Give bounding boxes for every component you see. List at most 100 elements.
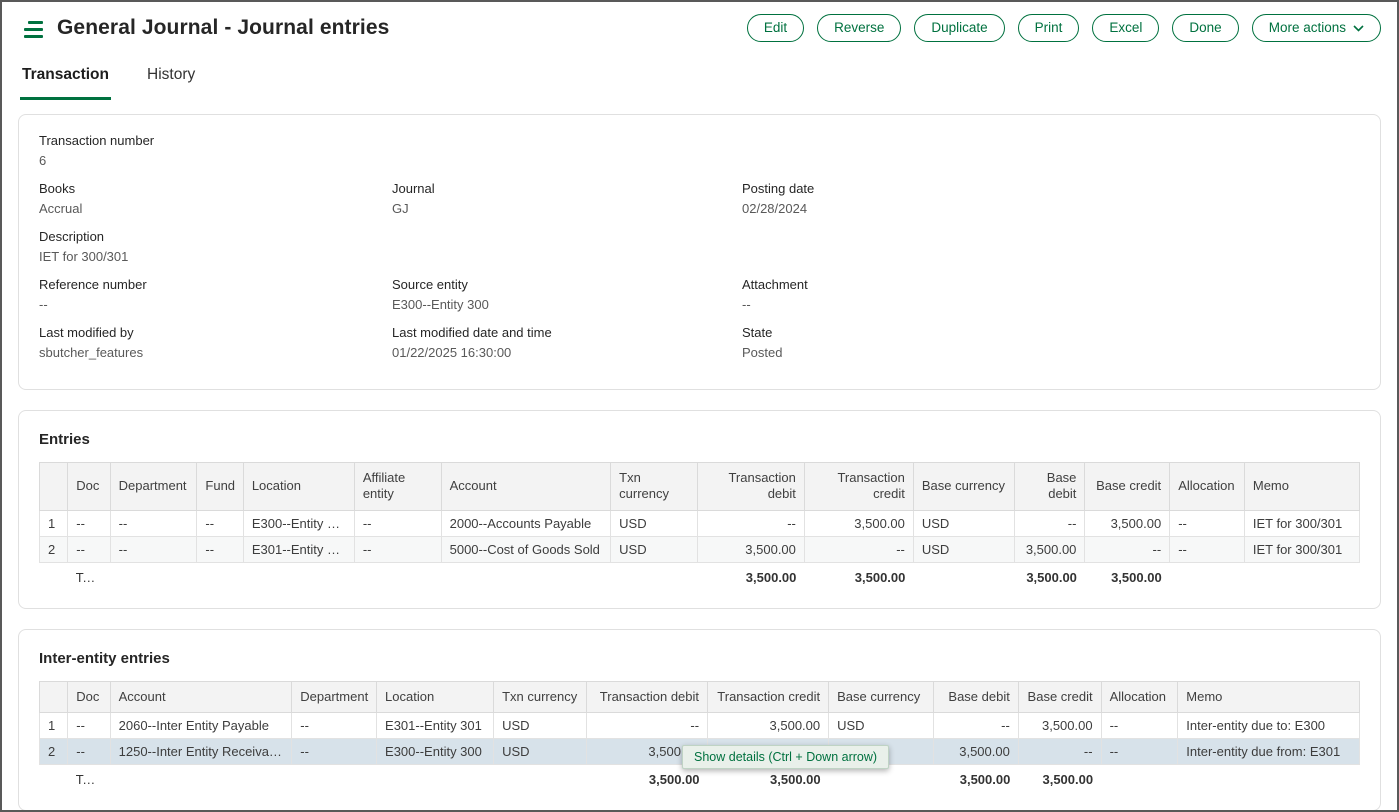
field-state: State Posted bbox=[742, 323, 1360, 362]
inter-entity-title: Inter-entity entries bbox=[39, 650, 1360, 667]
inter-entity-table: DocAccountDepartmentLocationTxn currency… bbox=[39, 681, 1360, 792]
field-label: State bbox=[742, 325, 1350, 340]
table-cell: E301--Entity 301 bbox=[377, 712, 494, 738]
field-last-modified-date-and-time: Last modified date and time01/22/2025 16… bbox=[392, 323, 742, 362]
table-cell: USD bbox=[829, 712, 934, 738]
column-header-allocation: Allocation bbox=[1101, 681, 1178, 712]
field-value: -- bbox=[742, 297, 1350, 312]
table-row[interactable]: 2------E301--Entity 301--5000--Cost of G… bbox=[40, 536, 1360, 562]
inter-entity-table-wrap: DocAccountDepartmentLocationTxn currency… bbox=[39, 681, 1360, 792]
table-cell: -- bbox=[68, 712, 110, 738]
table-cell: -- bbox=[1018, 738, 1101, 764]
entries-title: Entries bbox=[39, 431, 1360, 448]
more-actions-button[interactable]: More actions bbox=[1252, 14, 1381, 42]
table-cell bbox=[1244, 562, 1359, 590]
reverse-button[interactable]: Reverse bbox=[817, 14, 901, 42]
done-button[interactable]: Done bbox=[1172, 14, 1238, 42]
column-header-account: Account bbox=[441, 463, 611, 511]
table-cell: -- bbox=[68, 536, 110, 562]
page-title: General Journal - Journal entries bbox=[57, 16, 389, 40]
row-number: 2 bbox=[40, 536, 68, 562]
column-header-blank bbox=[40, 463, 68, 511]
button-label: Excel bbox=[1109, 20, 1142, 36]
table-cell: -- bbox=[1170, 536, 1245, 562]
column-header-base-credit: Base credit bbox=[1085, 463, 1170, 511]
table-cell: -- bbox=[354, 510, 441, 536]
tab-history[interactable]: History bbox=[145, 66, 197, 100]
table-cell: 3,500.00 bbox=[804, 510, 913, 536]
table-cell: E300--Entity 300 bbox=[377, 738, 494, 764]
column-header-account: Account bbox=[110, 681, 292, 712]
column-header-transaction-debit: Transaction debit bbox=[697, 463, 804, 511]
field-label: Attachment bbox=[742, 277, 1350, 292]
duplicate-button[interactable]: Duplicate bbox=[914, 14, 1004, 42]
table-cell: Inter-entity due from: E301 bbox=[1178, 738, 1360, 764]
column-header-doc: Doc bbox=[68, 681, 110, 712]
table-cell: -- bbox=[110, 536, 197, 562]
field-value: E300--Entity 300 bbox=[392, 297, 732, 312]
table-cell bbox=[1101, 764, 1178, 792]
print-button[interactable]: Print bbox=[1018, 14, 1080, 42]
header: General Journal - Journal entries Edit Re… bbox=[2, 2, 1397, 54]
column-header-fund: Fund bbox=[197, 463, 243, 511]
field-label: Last modified by bbox=[39, 325, 382, 340]
table-cell bbox=[40, 764, 68, 792]
field-value: 6 bbox=[39, 153, 382, 168]
field-description: DescriptionIET for 300/301 bbox=[39, 227, 392, 266]
button-label: More actions bbox=[1269, 20, 1346, 36]
table-total-row: Total3,500.003,500.003,500.003,500.00 bbox=[40, 562, 1360, 590]
detail-row: Last modified bysbutcher_featuresLast mo… bbox=[39, 323, 1360, 362]
table-cell: 3,500.00 bbox=[1014, 536, 1085, 562]
field-label: Journal bbox=[392, 181, 732, 196]
field-value: 02/28/2024 bbox=[742, 201, 1350, 216]
field-label: Transaction number bbox=[39, 133, 382, 148]
field-source-entity: Source entityE300--Entity 300 bbox=[392, 275, 742, 314]
column-header-location: Location bbox=[377, 681, 494, 712]
table-cell bbox=[1170, 562, 1245, 590]
edit-button[interactable]: Edit bbox=[747, 14, 804, 42]
table-cell bbox=[441, 562, 611, 590]
transaction-details: Transaction number 6 BooksAccrualJournalGJ… bbox=[39, 131, 1360, 362]
table-cell: -- bbox=[804, 536, 913, 562]
field-label: Books bbox=[39, 181, 382, 196]
field-value: Posted bbox=[742, 345, 1350, 360]
table-cell: -- bbox=[1014, 510, 1085, 536]
table-cell: Inter-entity due to: E300 bbox=[1178, 712, 1360, 738]
excel-button[interactable]: Excel bbox=[1092, 14, 1159, 42]
table-cell: -- bbox=[1101, 738, 1178, 764]
total-transaction_debit: 3,500.00 bbox=[697, 562, 804, 590]
field-journal: JournalGJ bbox=[392, 179, 742, 218]
entries-card: Entries DocDepartmentFundLocationAffilia… bbox=[18, 410, 1381, 609]
column-header-memo: Memo bbox=[1178, 681, 1360, 712]
column-header-transaction-credit: Transaction credit bbox=[708, 681, 829, 712]
menu-icon[interactable] bbox=[24, 21, 43, 38]
table-row[interactable]: 1------E300--Entity 300--2000--Accounts … bbox=[40, 510, 1360, 536]
table-cell: USD bbox=[494, 738, 587, 764]
show-details-tooltip: Show details (Ctrl + Down arrow) bbox=[682, 745, 889, 769]
table-cell bbox=[354, 562, 441, 590]
table-cell: 3,500.00 bbox=[934, 738, 1019, 764]
table-cell: 2000--Accounts Payable bbox=[441, 510, 611, 536]
detail-row: Transaction number 6 bbox=[39, 131, 1360, 170]
table-cell: 3,500.00 bbox=[697, 536, 804, 562]
table-cell bbox=[611, 562, 698, 590]
table-row[interactable]: 1--2060--Inter Entity Payable--E301--Ent… bbox=[40, 712, 1360, 738]
journal-entries-page: General Journal - Journal entries Edit Re… bbox=[0, 0, 1399, 812]
column-header-txn-currency: Txn currency bbox=[494, 681, 587, 712]
table-cell: USD bbox=[494, 712, 587, 738]
tab-transaction[interactable]: Transaction bbox=[20, 66, 111, 100]
table-cell bbox=[110, 764, 292, 792]
table-cell bbox=[494, 764, 587, 792]
header-actions: Edit Reverse Duplicate Print Excel Done More a… bbox=[747, 14, 1381, 42]
table-cell: IET for 300/301 bbox=[1244, 510, 1359, 536]
transaction-details-card: Transaction number 6 BooksAccrualJournalGJ… bbox=[18, 114, 1381, 390]
detail-row: BooksAccrualJournalGJPosting date02/28/2… bbox=[39, 179, 1360, 218]
field-attachment: Attachment -- bbox=[742, 275, 1360, 314]
table-cell: 3,500.00 bbox=[1018, 712, 1101, 738]
table-cell: -- bbox=[354, 536, 441, 562]
field-posting-date: Posting date02/28/2024 bbox=[742, 179, 1360, 218]
total-base_credit: 3,500.00 bbox=[1018, 764, 1101, 792]
field-value: IET for 300/301 bbox=[39, 249, 382, 264]
table-cell: -- bbox=[68, 738, 110, 764]
table-cell: 3,500.00 bbox=[1085, 510, 1170, 536]
